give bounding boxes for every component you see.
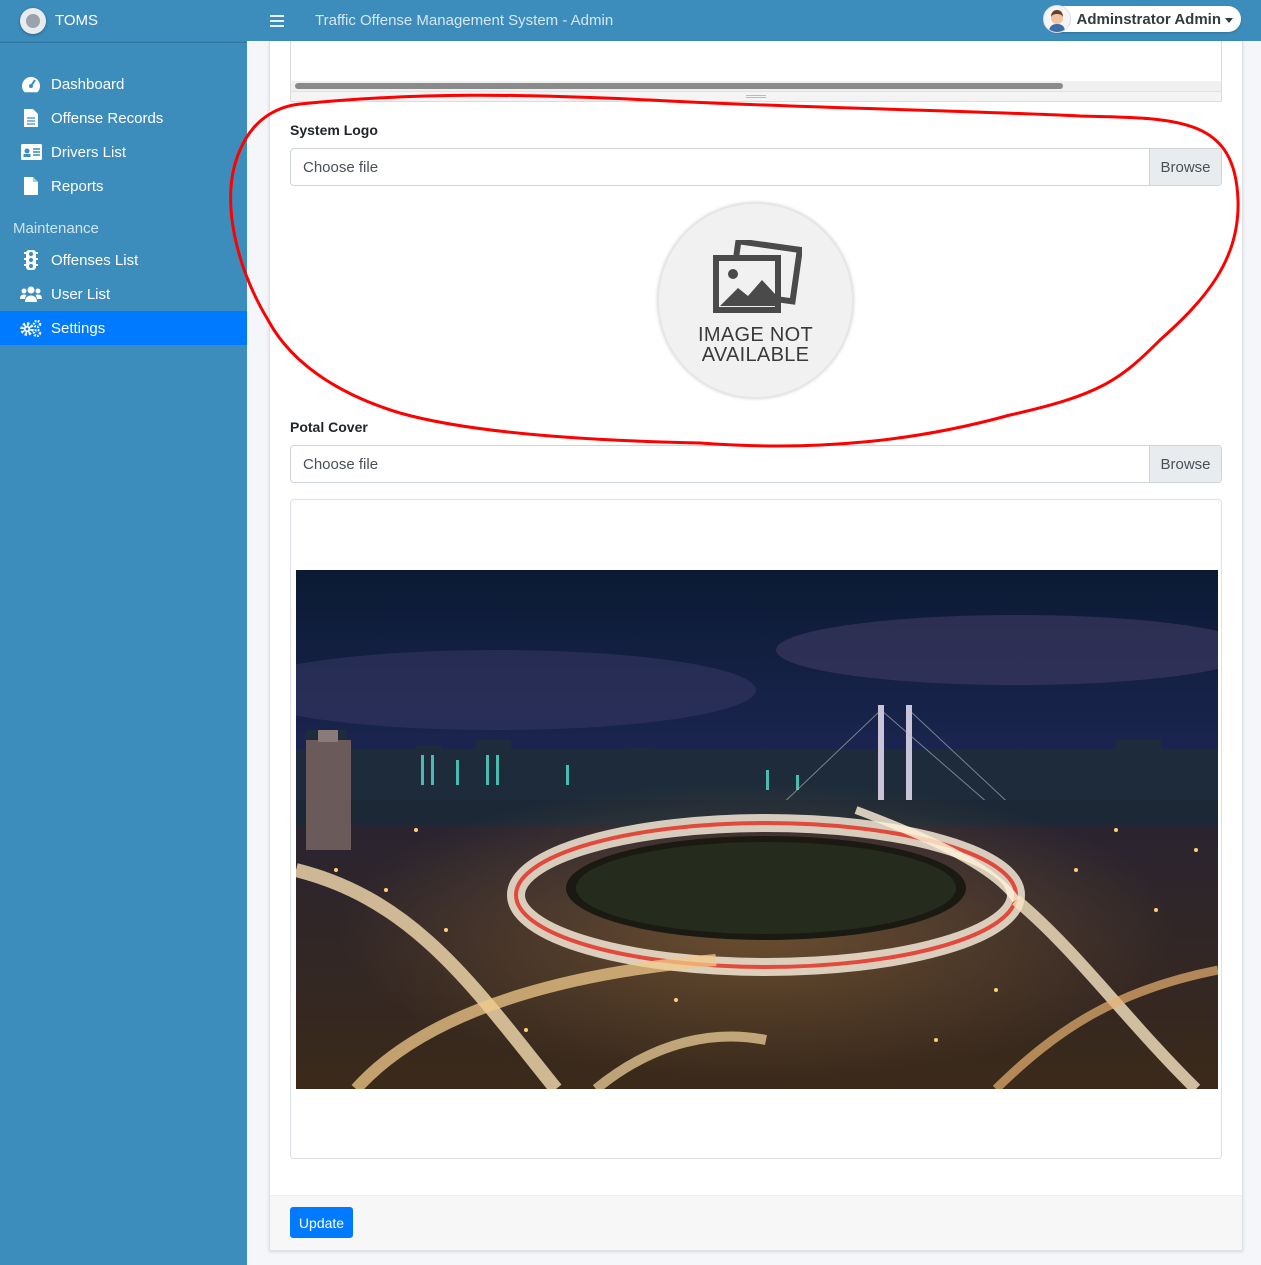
portal-cover-file-input[interactable]: Choose file Browse bbox=[290, 445, 1222, 483]
sidebar-item-label: Offense Records bbox=[51, 109, 164, 127]
image-placeholder-icon bbox=[712, 240, 802, 313]
image-not-available-text: IMAGE NOT AVAILABLE bbox=[698, 324, 813, 366]
user-name: Adminstrator Admin bbox=[1076, 10, 1221, 28]
users-icon bbox=[20, 284, 42, 304]
sidebar-item-label: Reports bbox=[51, 177, 104, 195]
sidebar-item-label: Dashboard bbox=[51, 75, 125, 93]
editor-horizontal-scrollbar[interactable] bbox=[291, 81, 1221, 91]
portal-cover-preview-frame bbox=[290, 499, 1222, 1159]
sidebar-item-dashboard[interactable]: Dashboard bbox=[0, 67, 247, 101]
editor-resize-handle[interactable] bbox=[291, 91, 1221, 101]
file-text-icon bbox=[20, 108, 42, 128]
system-logo-preview: IMAGE NOT AVAILABLE bbox=[657, 202, 854, 399]
top-navbar: Traffic Offense Management System - Admi… bbox=[247, 0, 1261, 41]
avatar bbox=[1042, 5, 1071, 33]
sidebar-item-offenses-list[interactable]: Offenses List bbox=[0, 243, 247, 277]
system-logo-file-input[interactable]: Choose file Browse bbox=[290, 148, 1222, 186]
file-input-placeholder: Choose file bbox=[303, 455, 379, 473]
sidebar-item-settings[interactable]: Settings bbox=[0, 311, 247, 345]
app-title: Traffic Offense Management System - Admi… bbox=[315, 12, 614, 29]
tachometer-icon bbox=[20, 74, 42, 94]
sidebar-item-drivers-list[interactable]: Drivers List bbox=[0, 135, 247, 169]
sidebar-item-reports[interactable]: Reports bbox=[0, 169, 247, 203]
browse-button[interactable]: Browse bbox=[1149, 446, 1221, 482]
file-icon bbox=[20, 176, 42, 196]
sidebar-item-user-list[interactable]: User List bbox=[0, 277, 247, 311]
update-button[interactable]: Update bbox=[290, 1207, 353, 1238]
sidebar-item-label: Offenses List bbox=[51, 251, 139, 269]
id-card-icon bbox=[20, 142, 42, 162]
browse-button[interactable]: Browse bbox=[1149, 149, 1221, 185]
chevron-down-icon bbox=[1225, 17, 1233, 23]
portal-cover-image bbox=[296, 570, 1218, 1089]
hamburger-menu-icon[interactable] bbox=[270, 14, 284, 27]
sidebar-item-offense-records[interactable]: Offense Records bbox=[0, 101, 247, 135]
rich-text-editor-bottom[interactable] bbox=[290, 41, 1222, 102]
card-footer bbox=[270, 1195, 1242, 1250]
brand-link[interactable]: TOMS bbox=[0, 0, 247, 42]
system-logo-label: System Logo bbox=[290, 122, 378, 138]
sidebar-nav: Dashboard Offense Records Drivers List R… bbox=[0, 67, 247, 345]
sidebar: TOMS Dashboard Offense Records Drivers L… bbox=[0, 0, 247, 1265]
traffic-light-icon bbox=[20, 250, 42, 270]
portal-cover-label: Potal Cover bbox=[290, 419, 368, 435]
cogs-icon bbox=[20, 318, 42, 338]
sidebar-item-label: Drivers List bbox=[51, 143, 127, 161]
file-input-placeholder: Choose file bbox=[303, 158, 379, 176]
sidebar-item-label: User List bbox=[51, 285, 111, 303]
nav-section-header: Maintenance bbox=[13, 220, 99, 237]
brand-name: TOMS bbox=[55, 12, 99, 29]
user-dropdown[interactable]: Adminstrator Admin bbox=[1042, 5, 1241, 33]
brand-logo bbox=[20, 7, 46, 34]
sidebar-item-label: Settings bbox=[51, 319, 106, 337]
